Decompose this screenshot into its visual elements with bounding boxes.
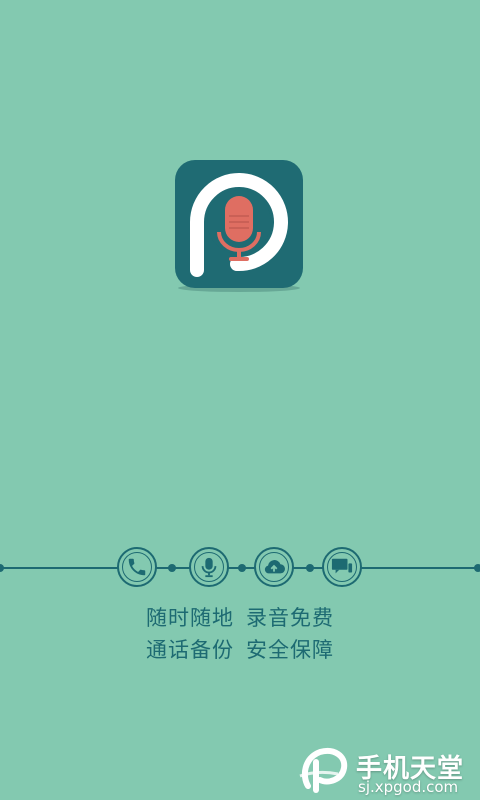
phone-icon (128, 558, 146, 576)
microphone-icon (201, 557, 217, 578)
slogan-line-1: 随时随地 录音免费 (0, 602, 480, 632)
slogan-text: 随时随地 (146, 606, 234, 630)
chat-feature (322, 547, 362, 587)
app-logo (175, 160, 303, 288)
mic-feature (189, 547, 229, 587)
watermark-url: sj.xpgod.com (358, 778, 459, 796)
watermark-logo-icon (299, 748, 348, 793)
slogan-text: 安全保障 (246, 638, 334, 662)
timeline-dot (0, 564, 4, 572)
timeline-dot (474, 564, 480, 572)
cloud-upload-icon (264, 560, 285, 574)
chat-icon (331, 558, 353, 574)
slogan-line-2: 通话备份 安全保障 (0, 634, 480, 664)
cloud-feature (254, 547, 294, 587)
phone-feature (117, 547, 157, 587)
timeline-dot (168, 564, 176, 572)
slogan-text: 通话备份 (146, 638, 234, 662)
slogan-text: 录音免费 (246, 606, 334, 630)
timeline-dot (238, 564, 246, 572)
microphone-logo-icon (225, 196, 253, 242)
watermark: 手机天堂 sj.xpgod.com (298, 746, 478, 798)
timeline-dot (306, 564, 314, 572)
